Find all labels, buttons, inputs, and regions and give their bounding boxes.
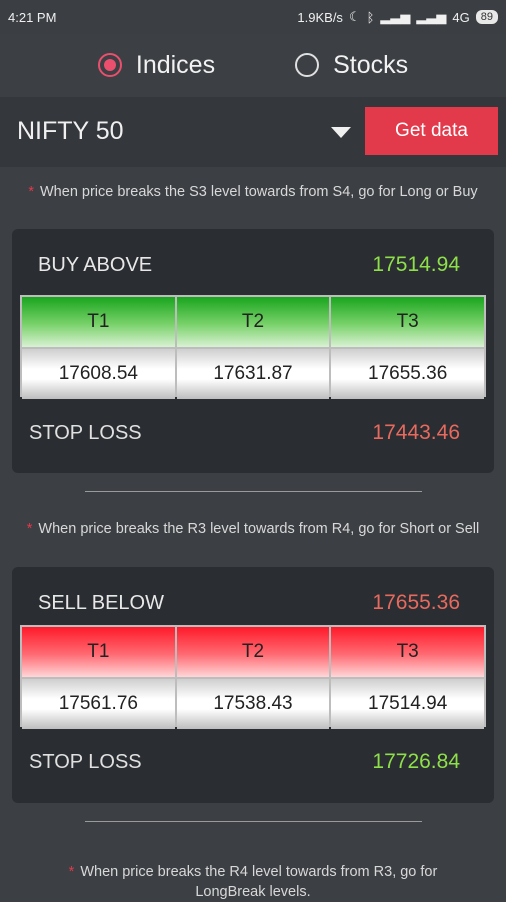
battery-icon: 89 [475,10,498,24]
bluetooth-icon: ᛒ [366,9,375,25]
asterisk-icon: * [28,184,34,200]
buy-note: * When price breaks the S3 level towards … [28,184,478,200]
section-divider [85,821,422,822]
dropdown-caret-icon[interactable] [331,127,351,138]
sell-targets-table: T1 T2 T3 17561.76 17538.43 17514.94 [20,625,486,729]
network-type: 4G [452,9,470,25]
target-value: 17538.43 [176,679,330,729]
asterisk-icon: * [68,864,75,880]
sell-card: SELL BELOW 17655.36 T1 T2 T3 17561.76 17… [12,567,494,803]
stocks-radio[interactable]: Stocks [295,51,408,80]
target-value: 17514.94 [331,679,484,729]
target-value: 17561.76 [22,679,175,729]
network-speed: 1.9KB/s [297,9,343,25]
target-header: T3 [331,627,484,677]
target-value: 17608.54 [22,349,175,399]
mode-selector: Indices Stocks [0,40,506,90]
target-header: T2 [176,627,330,677]
buy-above-value: 17514.94 [372,253,460,276]
indices-radio[interactable]: Indices [97,50,216,80]
sell-below-value: 17655.36 [372,591,460,614]
buy-above-label: BUY ABOVE [38,254,153,276]
signal-icon-2: ▂▃▅ [416,9,447,24]
target-header: T3 [331,297,484,347]
buy-targets-table: T1 T2 T3 17608.54 17631.87 17655.36 [20,295,486,399]
buy-stop-loss-label: STOP LOSS [29,422,142,444]
sell-stop-loss-label: STOP LOSS [29,751,142,773]
radio-checked-icon [97,53,122,77]
signal-icon: ▂▃▅ [380,9,411,24]
section-divider [85,491,422,492]
target-value: 17631.87 [176,349,330,399]
sell-note: * When price breaks the R3 level towards … [26,521,480,537]
stocks-label: Stocks [333,50,409,79]
sell-stop-loss-value: 17726.84 [372,750,460,773]
index-selector-bar: NIFTY 50 Get data [0,97,506,167]
indices-label: Indices [135,50,216,79]
longbreak-note: * When price breaks the R4 level towards … [68,864,438,900]
index-dropdown[interactable]: NIFTY 50 [17,117,124,146]
sell-below-label: SELL BELOW [38,592,164,614]
moon-icon: ☾ [348,9,361,24]
radio-unchecked-icon [295,53,320,77]
target-header: T2 [176,297,330,347]
status-time: 4:21 PM [8,9,57,25]
target-header: T1 [22,297,175,347]
get-data-button[interactable]: Get data [365,107,498,155]
buy-stop-loss-value: 17443.46 [372,421,460,444]
target-header: T1 [22,627,175,677]
asterisk-icon: * [26,521,33,537]
target-value: 17655.36 [331,349,484,399]
status-bar: 4:21 PM 1.9KB/s ☾ ᛒ ▂▃▅ ▂▃▅ 4G 89 [0,0,506,34]
buy-card: BUY ABOVE 17514.94 T1 T2 T3 17608.54 176… [12,229,494,473]
